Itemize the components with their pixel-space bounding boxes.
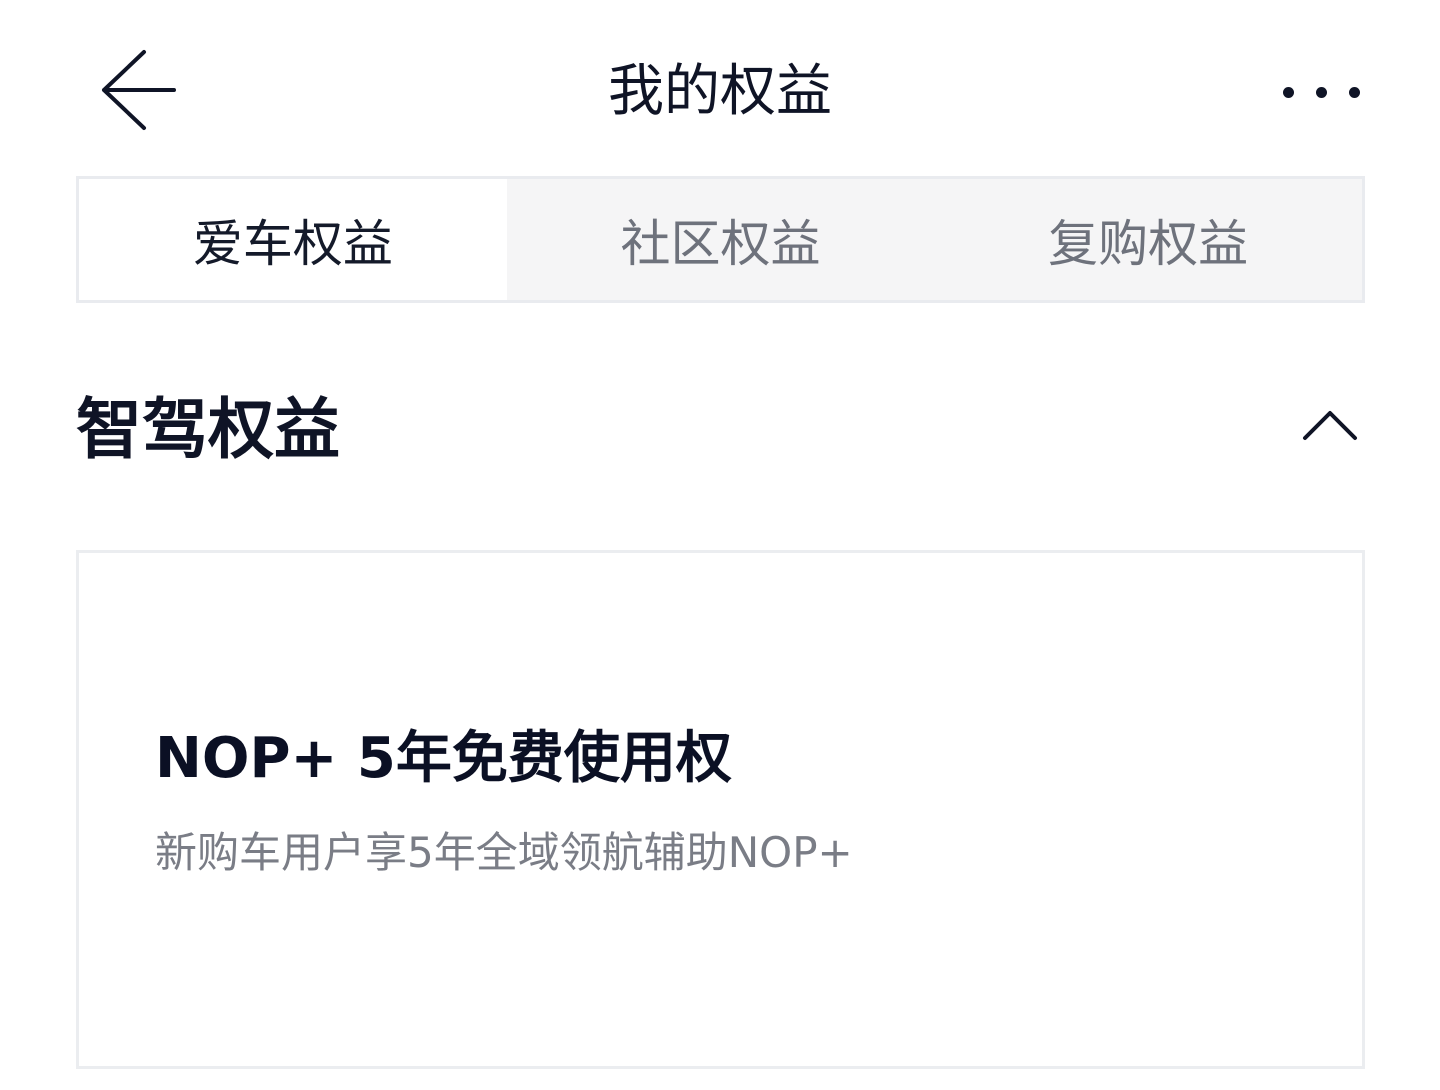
chevron-up-icon xyxy=(1302,407,1358,445)
tab-car-benefits[interactable]: 爱车权益 xyxy=(79,179,507,300)
top-navigation-bar: 我的权益 xyxy=(0,0,1440,176)
page-title: 我的权益 xyxy=(608,59,832,124)
section-header: 智驾权益 xyxy=(76,380,1365,480)
tab-community-benefits[interactable]: 社区权益 xyxy=(507,179,935,300)
more-button[interactable] xyxy=(1264,60,1360,124)
benefit-card-title: NOP+ 5年免费使用权 xyxy=(155,726,732,791)
tab-repurchase-benefits[interactable]: 复购权益 xyxy=(934,179,1362,300)
collapse-toggle-button[interactable] xyxy=(1295,396,1365,456)
benefit-card[interactable]: NOP+ 5年免费使用权 新购车用户享5年全域领航辅助NOP+ xyxy=(76,550,1365,1069)
section-title: 智驾权益 xyxy=(76,391,340,468)
benefit-tabs: 爱车权益 社区权益 复购权益 xyxy=(76,176,1365,303)
more-dots-icon xyxy=(1283,86,1360,98)
benefit-card-description: 新购车用户享5年全域领航辅助NOP+ xyxy=(155,828,853,877)
